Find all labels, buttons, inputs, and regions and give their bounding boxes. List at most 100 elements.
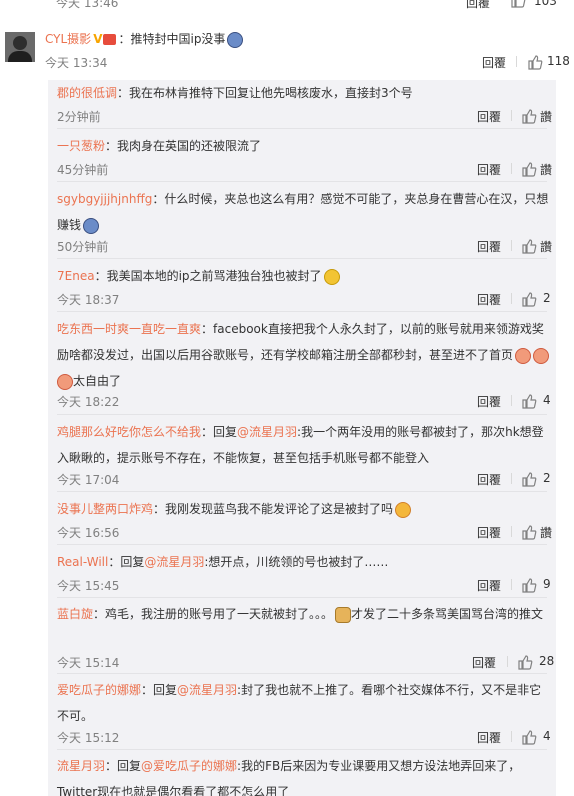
thumbs-up-icon[interactable] [521,161,537,180]
reply-text: Real-Will：回复@流星月羽:想开点，川统领的号也被封了…… [57,549,549,575]
reply-text: 郡的很低调：我在布林肯推特下回复让他先喝核废水，直接封3个号 [57,80,549,106]
smug-emoji-icon [323,268,340,285]
reply-divider [57,544,547,545]
reply-divider [57,749,547,750]
comment-actions: 回覆 118 [482,54,572,70]
reply-text: 7Enea：我美国本地的ip之前骂港独台独也被封了 [57,263,549,289]
comment-username[interactable]: CYL摄影 [45,32,91,46]
reply-time: 今天 18:22 [57,395,120,409]
thumbs-up-icon[interactable] [521,471,537,490]
reply-body-cont: 才发了二十多条骂美国骂台湾的推文 [351,607,544,621]
reply-divider [57,311,547,312]
reply-body-tail: 太自由了 [73,374,122,388]
reply-time: 今天 18:37 [57,293,120,307]
thumbs-up-icon[interactable] [521,524,537,543]
laughing-emoji-icon [395,501,412,518]
reply-button[interactable]: 回覆 [477,161,501,178]
thumbs-up-icon[interactable] [521,729,537,748]
thumbs-up-icon[interactable] [521,108,537,127]
reply-button[interactable]: 回覆 [477,393,501,410]
reply-actions: 回覆 2 [477,291,556,307]
reply-text: 爱吃瓜子的娜娜：回复@流星月羽:封了我也就不上推了。看哪个社交媒体不行，又不是非… [57,677,549,729]
reply-time: 今天 17:04 [57,473,120,487]
reply-text: 鸡腿那么好吃你怎么不给我：回复@流星月羽:我一个两年没用的账号都被封了，那次hk… [57,419,549,471]
reply-actions: 回覆 2 [477,471,556,487]
divider [516,56,517,67]
reply-divider [57,414,547,415]
reply-time: 45分钟前 [57,163,109,177]
reply-button[interactable]: 回覆 [477,108,501,125]
reply-actions: 回覆 4 [477,729,556,745]
reply-username[interactable]: 吃东西一时爽一直吃一直爽 [57,322,201,336]
reply-button[interactable]: 回覆 [477,729,501,746]
reply-button[interactable]: 回覆 [466,0,490,10]
reply-actions: 回覆 28 [472,654,556,670]
main-comment: CYL摄影 V ：推特封中国ip没事 今天 13:34 回覆 118 [0,22,574,78]
reply-divider [57,491,547,492]
reply-button[interactable]: 回覆 [482,54,506,71]
reply-button[interactable]: 回覆 [477,291,501,308]
mention-link[interactable]: @流星月羽 [144,555,204,569]
reply-divider [57,181,547,182]
reply-username[interactable]: 流星月羽 [57,759,105,773]
thumbs-up-icon[interactable] [521,393,537,412]
mention-link[interactable]: @流星月羽 [237,425,297,439]
thumbs-up-icon[interactable] [510,0,526,10]
reply-divider [57,128,547,129]
reply-button[interactable]: 回覆 [472,654,496,671]
divider [511,240,512,251]
like-count: 4 [543,393,551,407]
reply-actions: 回覆 4 [477,393,556,409]
reply-text: 没事儿整两口炸鸡：我刚发现蓝鸟我不能发评论了这是被封了吗 [57,496,549,522]
thumbs-up-icon[interactable] [521,291,537,310]
reply-divider [57,258,547,259]
thumbs-up-icon[interactable] [517,654,533,673]
reply-button[interactable]: 回覆 [477,471,501,488]
like-count: 9 [543,577,551,591]
reply-username[interactable]: 一只葱粉 [57,139,105,153]
like-count: 讚 [540,240,553,254]
reply-time: 今天 15:45 [57,579,120,593]
divider [511,526,512,537]
reply-prefix: ：回复 [105,759,142,773]
divider [511,731,512,742]
reply-username[interactable]: 郡的很低调 [57,86,117,100]
reply-actions: 回覆 9 [477,577,556,593]
thumbs-up-icon[interactable] [521,577,537,596]
avatar[interactable] [5,32,35,62]
thumbs-up-icon[interactable] [527,54,543,73]
reply-username[interactable]: Real-Will [57,555,108,569]
reply-username[interactable]: 没事儿整两口炸鸡 [57,502,153,516]
reply-body: ：鸡毛，我注册的账号用了一天就被封了。。。 [93,607,334,621]
reply-body: :想开点，川统领的号也被封了…… [204,555,389,569]
reply-text: 蓝白旋：鸡毛，我注册的账号用了一天就被封了。。。 才发了二十多条骂美国骂台湾的推文 [57,601,549,627]
crying-emoji-icon [83,217,100,234]
pig-emoji-icon [57,373,73,390]
divider [511,293,512,304]
reply-button[interactable]: 回覆 [477,577,501,594]
crying-emoji-icon [227,31,244,48]
divider [511,163,512,174]
divider [511,579,512,590]
reply-prefix: ：回复 [201,425,238,439]
reply-username[interactable]: sgybgyjjjhjnhffg [57,192,152,206]
thumbs-up-icon[interactable] [521,238,537,257]
like-count: 118 [547,54,570,68]
divider [511,110,512,121]
reply-body: ：我美国本地的ip之前骂港独台独也被封了 [94,269,322,283]
level-badge-icon [103,34,117,45]
mention-link[interactable]: @爱吃瓜子的娜娜 [141,759,237,773]
divider [507,656,508,667]
reply-username[interactable]: 7Enea [57,269,95,283]
reply-divider [57,597,547,598]
mention-link[interactable]: @流星月羽 [177,683,237,697]
like-count: 讚 [540,110,553,124]
reply-username[interactable]: 蓝白旋 [57,607,93,621]
reply-actions: 回覆 讚 [477,108,556,124]
reply-username[interactable]: 鸡腿那么好吃你怎么不给我 [57,425,201,439]
reply-button[interactable]: 回覆 [477,524,501,541]
like-count: 4 [543,729,551,743]
replies-list: 郡的很低调：我在布林肯推特下回复让他先喝核废水，直接封3个号 2分钟前 回覆 讚… [48,80,556,796]
reply-button[interactable]: 回覆 [477,238,501,255]
reply-username[interactable]: 爱吃瓜子的娜娜 [57,683,141,697]
